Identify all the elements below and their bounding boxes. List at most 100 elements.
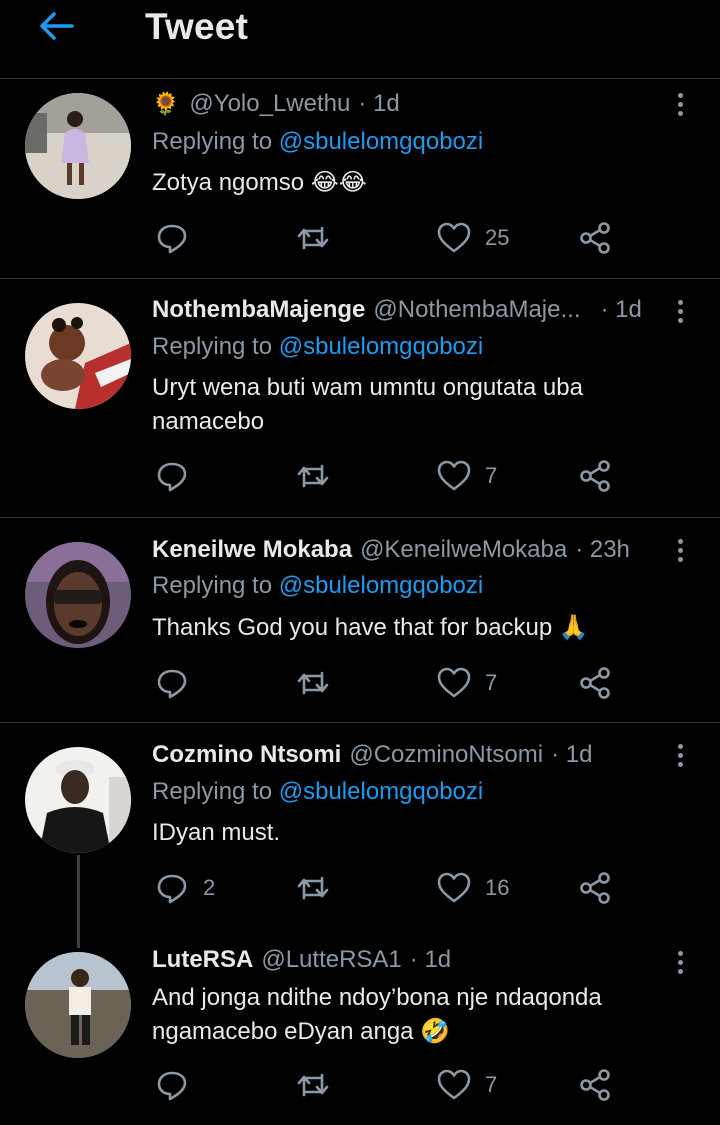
tweet-text: Uryt wena buti wam umntu ongutata uba na… [152, 374, 583, 435]
reply-button[interactable] [155, 663, 203, 703]
display-name[interactable]: Keneilwe Mokaba [152, 536, 352, 564]
avatar-photo [25, 952, 131, 1058]
user-handle[interactable]: @KeneilweMokaba [360, 536, 567, 564]
tweet-time: · 1d [600, 296, 642, 323]
share-icon [580, 872, 610, 904]
share-button[interactable] [578, 663, 612, 703]
tweet-text: IDyan must. [152, 819, 281, 846]
reply-button[interactable] [155, 456, 203, 496]
like-count: 7 [485, 670, 498, 695]
avatar[interactable] [25, 952, 131, 1058]
like-button[interactable]: 7 [437, 456, 497, 496]
retweet-icon [297, 464, 329, 488]
sunflower-emoji: 🌻 [152, 91, 180, 116]
tweet-time: · 1d [551, 741, 593, 768]
more-options-icon[interactable] [668, 739, 692, 771]
retweet-button[interactable] [296, 456, 330, 496]
reply-button[interactable]: 2 [155, 868, 215, 908]
user-handle[interactable]: @Yolo_Lwethu [189, 90, 350, 118]
tweet-text: Zotya ngomso 😂😂 [152, 169, 367, 196]
replying-to-label: Replying to [152, 333, 279, 360]
display-name[interactable]: Cozmino Ntsomi [152, 741, 341, 769]
share-button[interactable] [578, 456, 612, 496]
user-handle[interactable]: @LutteRSA1 [261, 946, 401, 974]
avatar[interactable] [25, 747, 131, 853]
avatar-photo [25, 303, 131, 409]
reply-button[interactable] [155, 1065, 203, 1105]
tweet-reply[interactable]: Cozmino Ntsomi @CozminoNtsomi · 1d Reply… [0, 723, 720, 926]
retweet-button[interactable] [296, 663, 330, 703]
like-button[interactable]: 7 [437, 1065, 497, 1105]
reply-button[interactable] [155, 218, 203, 258]
heart-icon [437, 1069, 471, 1100]
heart-icon [437, 460, 471, 491]
back-button[interactable] [32, 4, 80, 48]
reply-icon [157, 669, 187, 699]
like-count: 25 [485, 225, 510, 250]
like-button[interactable]: 25 [437, 218, 509, 258]
reply-icon [157, 874, 187, 904]
like-count: 16 [485, 875, 510, 900]
tweet-reply[interactable]: 🌻 @Yolo_Lwethu · 1d Replying to @sbulelo… [0, 80, 720, 278]
top-bar: Tweet [0, 0, 720, 79]
like-button[interactable]: 7 [437, 663, 497, 703]
retweet-icon [297, 226, 329, 250]
mention-link[interactable]: @sbulelomgqobozi [279, 333, 483, 360]
share-button[interactable] [578, 218, 612, 258]
tweet-meta: 🌻 @Yolo_Lwethu · 1d [152, 90, 400, 122]
more-options-icon[interactable] [668, 295, 692, 327]
share-button[interactable] [578, 868, 612, 908]
tweet-reply[interactable]: NothembaMajenge @NothembaMaje... · 1d Re… [0, 279, 720, 516]
share-button[interactable] [578, 1065, 612, 1105]
like-count: 7 [485, 463, 498, 488]
replying-to: Replying to @sbulelomgqobozi [152, 778, 483, 806]
share-icon [580, 1069, 610, 1101]
tweet-meta: LuteRSA @LutteRSA1 · 1d [152, 946, 451, 978]
tweet-text: And jonga ndithe ndoy’bona nje ndaqonda … [152, 984, 602, 1045]
avatar[interactable] [25, 303, 131, 409]
tweet-meta: Keneilwe Mokaba @KeneilweMokaba · 23h [152, 536, 630, 568]
tweet-reply[interactable]: Keneilwe Mokaba @KeneilweMokaba · 23h Re… [0, 518, 720, 722]
more-options-icon[interactable] [668, 534, 692, 566]
display-name[interactable]: LuteRSA [152, 946, 253, 974]
replying-to-label: Replying to [152, 128, 279, 155]
more-options-icon[interactable] [668, 88, 692, 120]
retweet-button[interactable] [296, 218, 330, 258]
mention-link[interactable]: @sbulelomgqobozi [279, 572, 483, 599]
reply-icon [157, 1071, 187, 1101]
replying-to: Replying to @sbulelomgqobozi [152, 128, 483, 156]
more-options-icon[interactable] [668, 946, 692, 978]
retweet-button[interactable] [296, 1065, 330, 1105]
avatar-photo [25, 93, 131, 199]
tweet-time: · 1d [358, 90, 400, 117]
tweet-actions: 25 [0, 218, 720, 258]
share-icon [580, 667, 610, 699]
reply-icon [157, 224, 187, 254]
retweet-icon [297, 1073, 329, 1097]
heart-icon [437, 667, 471, 698]
retweet-button[interactable] [296, 868, 330, 908]
like-button[interactable]: 16 [437, 868, 509, 908]
like-count: 7 [485, 1072, 498, 1097]
user-handle[interactable]: @CozminoNtsomi [349, 741, 543, 769]
display-name[interactable]: NothembaMajenge [152, 296, 365, 324]
replying-to-label: Replying to [152, 778, 279, 805]
tweet-actions: 2 16 [0, 868, 720, 908]
replying-to: Replying to @sbulelomgqobozi [152, 333, 483, 361]
tweet-actions: 7 [0, 663, 720, 703]
user-handle[interactable]: @NothembaMaje... [373, 296, 580, 324]
page-title: Tweet [145, 6, 249, 47]
mention-link[interactable]: @sbulelomgqobozi [279, 778, 483, 805]
mention-link[interactable]: @sbulelomgqobozi [279, 128, 483, 155]
retweet-icon [297, 876, 329, 900]
tweet-time: · 1d [409, 946, 452, 973]
tweet-reply[interactable]: LuteRSA @LutteRSA1 · 1d And jonga ndithe… [0, 926, 720, 1125]
avatar[interactable] [25, 93, 131, 199]
tweet-actions: 7 [0, 1065, 720, 1105]
reply-icon [157, 462, 187, 492]
arrow-left-icon [40, 12, 74, 40]
heart-icon [437, 222, 471, 253]
share-icon [580, 460, 610, 492]
avatar[interactable] [25, 542, 131, 648]
avatar-photo [25, 747, 131, 853]
